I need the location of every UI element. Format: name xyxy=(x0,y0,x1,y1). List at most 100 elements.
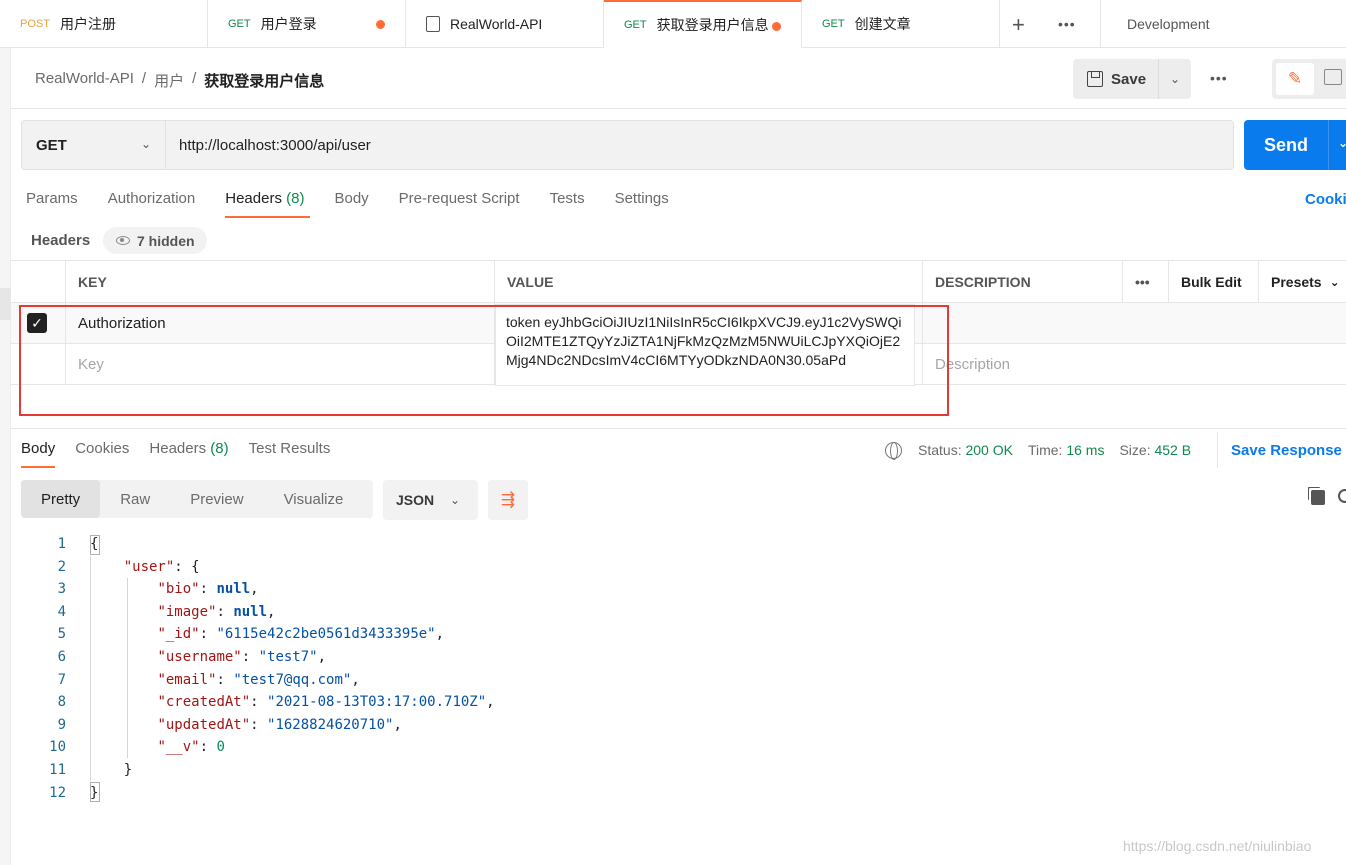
response-tab-headers-label: Headers xyxy=(149,440,207,457)
tab-more-icon[interactable]: ••• xyxy=(1058,16,1076,32)
code-line: 6 "username": "test7", xyxy=(21,646,495,669)
tab-label: RealWorld-API xyxy=(450,16,543,32)
breadcrumb-collection[interactable]: RealWorld-API xyxy=(35,70,134,91)
code-line: 4 "image": null, xyxy=(21,601,495,624)
breadcrumb-separator: / xyxy=(141,70,147,87)
response-status-line: Status: 200 OK Time: 16 ms Size: 452 B xyxy=(918,442,1191,458)
code-text: "__v": 0 xyxy=(157,739,225,756)
environment-selector[interactable]: Development xyxy=(1100,0,1346,48)
language-select[interactable]: JSON ⌄ xyxy=(383,480,478,520)
annotation-highlight-box xyxy=(19,305,949,416)
breadcrumb-folder[interactable]: 用户 xyxy=(154,70,184,91)
tab-headers[interactable]: Headers (8) xyxy=(225,190,311,218)
response-body-code[interactable]: 1{ 2 "user": { 3 "bio": null, 4 "image":… xyxy=(21,533,495,804)
json-key: "updatedAt" xyxy=(157,716,251,733)
request-tabs: Params Authorization Headers (8) Body Pr… xyxy=(26,190,699,218)
send-button[interactable]: Send ⌄ xyxy=(1244,120,1346,170)
globe-icon[interactable] xyxy=(885,442,902,460)
http-method-select[interactable]: GET ⌄ xyxy=(21,120,166,170)
code-line: 8 "createdAt": "2021-08-13T03:17:00.710Z… xyxy=(21,691,495,714)
document-icon xyxy=(426,16,440,32)
time-item: Time: 16 ms xyxy=(1028,442,1105,458)
line-number: 6 xyxy=(57,648,66,665)
tab-pre-request-script[interactable]: Pre-request Script xyxy=(399,190,520,217)
tab-tests-label: Tests xyxy=(549,190,585,207)
format-raw[interactable]: Raw xyxy=(100,480,170,518)
line-number: 11 xyxy=(49,761,66,778)
tab-user-register[interactable]: POST 用户注册 xyxy=(0,0,208,48)
tab-body[interactable]: Body xyxy=(334,190,368,217)
search-icon[interactable] xyxy=(1338,489,1346,503)
time-value[interactable]: 16 ms xyxy=(1066,442,1104,458)
tab-settings-label: Settings xyxy=(614,190,669,207)
tab-settings[interactable]: Settings xyxy=(615,190,669,217)
format-pretty[interactable]: Pretty xyxy=(21,480,101,518)
code-text: "email": "test7@qq.com", xyxy=(157,671,360,688)
response-tab-body[interactable]: Body xyxy=(21,440,56,468)
format-preview[interactable]: Preview xyxy=(170,480,263,518)
tab-params[interactable]: Params xyxy=(26,190,78,217)
tab-pre-request-label: Pre-request Script xyxy=(398,190,520,207)
tab-get-current-user[interactable]: GET 获取登录用户信息 xyxy=(604,0,802,48)
response-tab-cookies[interactable]: Cookies xyxy=(75,440,129,467)
column-header-key: KEY xyxy=(66,261,495,302)
line-number: 4 xyxy=(57,603,66,620)
line-number: 2 xyxy=(57,558,66,575)
save-chevron-down-icon[interactable]: ⌄ xyxy=(1159,72,1191,86)
tab-method: GET xyxy=(228,18,251,30)
view-mode-toggle: ✎ xyxy=(1272,59,1346,99)
comment-mode-icon[interactable] xyxy=(1324,69,1342,85)
matching-brace-highlight xyxy=(90,782,100,802)
size-value[interactable]: 452 B xyxy=(1154,442,1191,458)
more-actions-icon[interactable]: ••• xyxy=(1210,70,1228,86)
divider xyxy=(11,108,1346,109)
save-label: Save xyxy=(1111,70,1147,88)
tab-headers-label: Headers xyxy=(225,190,282,207)
line-number: 5 xyxy=(57,626,66,643)
response-tab-headers[interactable]: Headers (8) xyxy=(149,440,228,467)
status-value[interactable]: 200 OK xyxy=(965,442,1012,458)
breadcrumb-request[interactable]: 获取登录用户信息 xyxy=(204,70,324,91)
divider xyxy=(11,428,1346,429)
line-number: 9 xyxy=(57,716,66,733)
tab-tests[interactable]: Tests xyxy=(550,190,585,217)
code-text: "username": "test7", xyxy=(157,648,327,665)
tab-label: 用户注册 xyxy=(59,16,116,32)
save-response-button[interactable]: Save Response xyxy=(1217,432,1342,468)
tab-authorization-label: Authorization xyxy=(107,190,196,207)
save-button[interactable]: Save xyxy=(1073,59,1159,99)
wrap-lines-icon[interactable]: ⇶ xyxy=(488,480,528,520)
tab-authorization[interactable]: Authorization xyxy=(108,190,196,217)
size-item: Size: 452 B xyxy=(1119,442,1191,458)
json-value: "1628824620710" xyxy=(267,716,394,733)
status-item: Status: 200 OK xyxy=(918,442,1013,458)
edit-mode-pencil-icon[interactable]: ✎ xyxy=(1276,63,1314,95)
header-description-cell[interactable] xyxy=(923,303,1346,343)
new-tab-plus-icon[interactable]: + xyxy=(1012,12,1025,38)
code-text: "image": null, xyxy=(157,603,276,620)
copy-icon[interactable] xyxy=(1311,490,1325,505)
tab-create-article[interactable]: GET 创建文章 xyxy=(802,0,1000,48)
response-tab-test-results[interactable]: Test Results xyxy=(249,440,331,467)
code-text: "user": { xyxy=(123,558,200,575)
column-options-icon[interactable]: ••• xyxy=(1123,261,1169,302)
line-number: 1 xyxy=(57,536,66,552)
json-key: "user" xyxy=(123,558,175,575)
json-value: 0 xyxy=(216,739,225,756)
code-line: 11 } xyxy=(21,759,495,782)
left-sidebar-gutter xyxy=(0,48,11,865)
column-header-description: DESCRIPTION xyxy=(923,261,1123,302)
presets-dropdown[interactable]: Presets ⌄ xyxy=(1259,261,1346,302)
send-chevron-down-icon[interactable]: ⌄ xyxy=(1338,136,1346,150)
language-value: JSON xyxy=(396,492,435,508)
url-input[interactable]: http://localhost:3000/api/user xyxy=(166,120,1234,170)
tab-user-login[interactable]: GET 用户登录 xyxy=(208,0,406,48)
tab-collection-realworld[interactable]: RealWorld-API xyxy=(406,0,604,48)
format-visualize[interactable]: Visualize xyxy=(264,480,364,518)
hidden-headers-toggle[interactable]: 7 hidden xyxy=(103,227,207,254)
eye-icon xyxy=(116,236,130,245)
bulk-edit-button[interactable]: Bulk Edit xyxy=(1169,261,1259,302)
presets-label: Presets xyxy=(1271,273,1322,290)
new-description-input[interactable]: Description xyxy=(923,344,1346,384)
cookies-link[interactable]: Cooki xyxy=(1305,191,1346,208)
